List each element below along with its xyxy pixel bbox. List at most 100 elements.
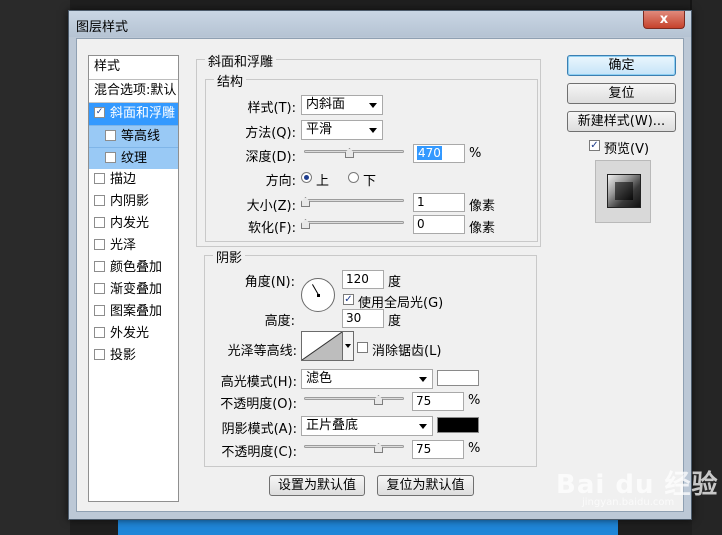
size-label: 大小(Z):	[246, 199, 296, 214]
soften-slider[interactable]	[301, 218, 404, 229]
preview-bevel-core	[615, 182, 633, 200]
direction-up-label[interactable]: 上	[316, 170, 329, 189]
chevron-down-icon	[419, 424, 427, 429]
list-item-inner-shadow[interactable]: 内阴影	[89, 191, 178, 213]
soften-input[interactable]: 0	[413, 215, 465, 234]
size-unit: 像素	[469, 199, 496, 214]
list-item-color-overlay[interactable]: 颜色叠加	[89, 257, 178, 279]
size-slider[interactable]	[301, 196, 404, 207]
pattern-overlay-checkbox[interactable]	[94, 305, 105, 316]
list-item-label: 斜面和浮雕	[110, 106, 176, 121]
gradient-overlay-checkbox[interactable]	[94, 283, 105, 294]
style-select-value: 内斜面	[306, 97, 346, 112]
direction-down-radio[interactable]	[348, 172, 359, 183]
drop-shadow-checkbox[interactable]	[94, 349, 105, 360]
depth-slider-track	[304, 150, 404, 153]
reset-button[interactable]: 复位	[567, 83, 676, 104]
list-item-outer-glow[interactable]: 外发光	[89, 323, 178, 345]
technique-select[interactable]: 平滑	[301, 120, 383, 140]
list-item-gradient-overlay[interactable]: 渐变叠加	[89, 279, 178, 301]
contour-curve-icon	[302, 332, 342, 360]
list-item-stroke[interactable]: 描边	[89, 169, 178, 191]
make-default-button[interactable]: 设置为默认值	[269, 475, 365, 496]
altitude-input-value: 30	[346, 311, 362, 325]
close-button[interactable]: x	[643, 11, 685, 29]
technique-label: 方法(Q):	[245, 126, 296, 141]
direction-down-label[interactable]: 下	[363, 170, 376, 189]
depth-input[interactable]: 470	[413, 144, 465, 163]
list-item-contour[interactable]: 等高线	[89, 125, 178, 147]
size-input[interactable]: 1	[413, 193, 465, 212]
shadow-mode-select[interactable]: 正片叠底	[301, 416, 433, 436]
depth-slider[interactable]	[304, 147, 404, 158]
global-light-checkbox[interactable]: ✓	[343, 294, 354, 305]
shadow-opacity-slider[interactable]	[304, 442, 404, 453]
antialias-label[interactable]: 消除锯齿(L)	[372, 340, 441, 359]
highlight-mode-select[interactable]: 滤色	[301, 369, 433, 389]
stroke-checkbox[interactable]	[94, 173, 105, 184]
altitude-label: 高度:	[264, 314, 295, 329]
reset-default-button[interactable]: 复位为默认值	[377, 475, 474, 496]
title-bar[interactable]: 图层样式 x	[69, 11, 691, 37]
direction-up-radio[interactable]	[301, 172, 312, 183]
shadow-opacity-input[interactable]: 75	[412, 440, 464, 459]
preview-checkbox[interactable]: ✓	[589, 140, 600, 151]
list-item-bevel-emboss[interactable]: ✓ 斜面和浮雕	[89, 103, 178, 125]
dialog-client-area: 样式 混合选项:默认 ✓ 斜面和浮雕 等高线 纹理 描边 内阴影 内发光 光泽	[76, 38, 684, 512]
antialias-checkbox[interactable]	[357, 342, 368, 353]
list-item-label: 光泽	[110, 238, 137, 253]
chevron-down-icon	[419, 377, 427, 382]
texture-checkbox[interactable]	[105, 152, 116, 163]
shadow-mode-value: 正片叠底	[306, 418, 359, 433]
shadow-color-swatch[interactable]	[437, 417, 479, 433]
list-item-label: 图案叠加	[110, 304, 163, 319]
bevel-emboss-group: 斜面和浮雕 结构 样式(T): 内斜面 方法(Q): 平滑 深度(D): 470…	[196, 51, 541, 247]
list-item-label: 内阴影	[110, 194, 150, 209]
ok-button[interactable]: 确定	[567, 55, 676, 76]
depth-input-value: 470	[417, 146, 442, 160]
style-select[interactable]: 内斜面	[301, 95, 383, 115]
highlight-opacity-unit: %	[468, 393, 481, 408]
gloss-contour-preview[interactable]	[301, 331, 343, 361]
shadow-opacity-label: 不透明度(C):	[221, 445, 297, 460]
angle-dial[interactable]	[301, 278, 335, 312]
list-item-label: 内发光	[110, 216, 150, 231]
list-item-texture[interactable]: 纹理	[89, 147, 178, 169]
satin-checkbox[interactable]	[94, 239, 105, 250]
watermark-url: jingyan.baidu.com	[582, 497, 675, 508]
new-style-button[interactable]: 新建样式(W)...	[567, 111, 676, 132]
list-item-drop-shadow[interactable]: 投影	[89, 345, 178, 367]
list-item-inner-glow[interactable]: 内发光	[89, 213, 178, 235]
dialog-title: 图层样式	[76, 20, 129, 35]
preview-label[interactable]: 预览(V)	[604, 138, 649, 157]
angle-input-value: 120	[346, 272, 369, 286]
inner-glow-checkbox[interactable]	[94, 217, 105, 228]
styles-list-header[interactable]: 样式	[89, 56, 178, 80]
bevel-emboss-checkbox[interactable]: ✓	[94, 107, 105, 118]
list-item-label: 颜色叠加	[110, 260, 163, 275]
highlight-mode-label: 高光模式(H):	[220, 375, 297, 390]
style-preview-thumbnail	[595, 160, 651, 223]
highlight-opacity-input[interactable]: 75	[412, 392, 464, 411]
outer-glow-checkbox[interactable]	[94, 327, 105, 338]
contour-checkbox[interactable]	[105, 130, 116, 141]
angle-input[interactable]: 120	[342, 270, 384, 289]
soften-slider-track	[304, 221, 404, 224]
shadow-opacity-value: 75	[416, 442, 432, 456]
highlight-color-swatch[interactable]	[437, 370, 479, 386]
layer-style-dialog: 图层样式 x 样式 混合选项:默认 ✓ 斜面和浮雕 等高线 纹理 描边 内阴影 内	[68, 10, 692, 520]
gloss-contour-dropdown[interactable]	[343, 331, 354, 361]
altitude-input[interactable]: 30	[342, 309, 384, 328]
list-item-pattern-overlay[interactable]: 图案叠加	[89, 301, 178, 323]
list-item-label: 等高线	[121, 129, 161, 144]
color-overlay-checkbox[interactable]	[94, 261, 105, 272]
blend-options-item[interactable]: 混合选项:默认	[89, 80, 178, 103]
watermark-brand: Bai du 经验	[556, 470, 719, 500]
inner-shadow-checkbox[interactable]	[94, 195, 105, 206]
altitude-unit: 度	[388, 314, 402, 329]
direction-label: 方向:	[265, 174, 296, 189]
highlight-opacity-slider[interactable]	[304, 394, 404, 405]
list-item-satin[interactable]: 光泽	[89, 235, 178, 257]
list-item-label: 描边	[110, 172, 137, 187]
bevel-emboss-group-title: 斜面和浮雕	[205, 51, 277, 70]
